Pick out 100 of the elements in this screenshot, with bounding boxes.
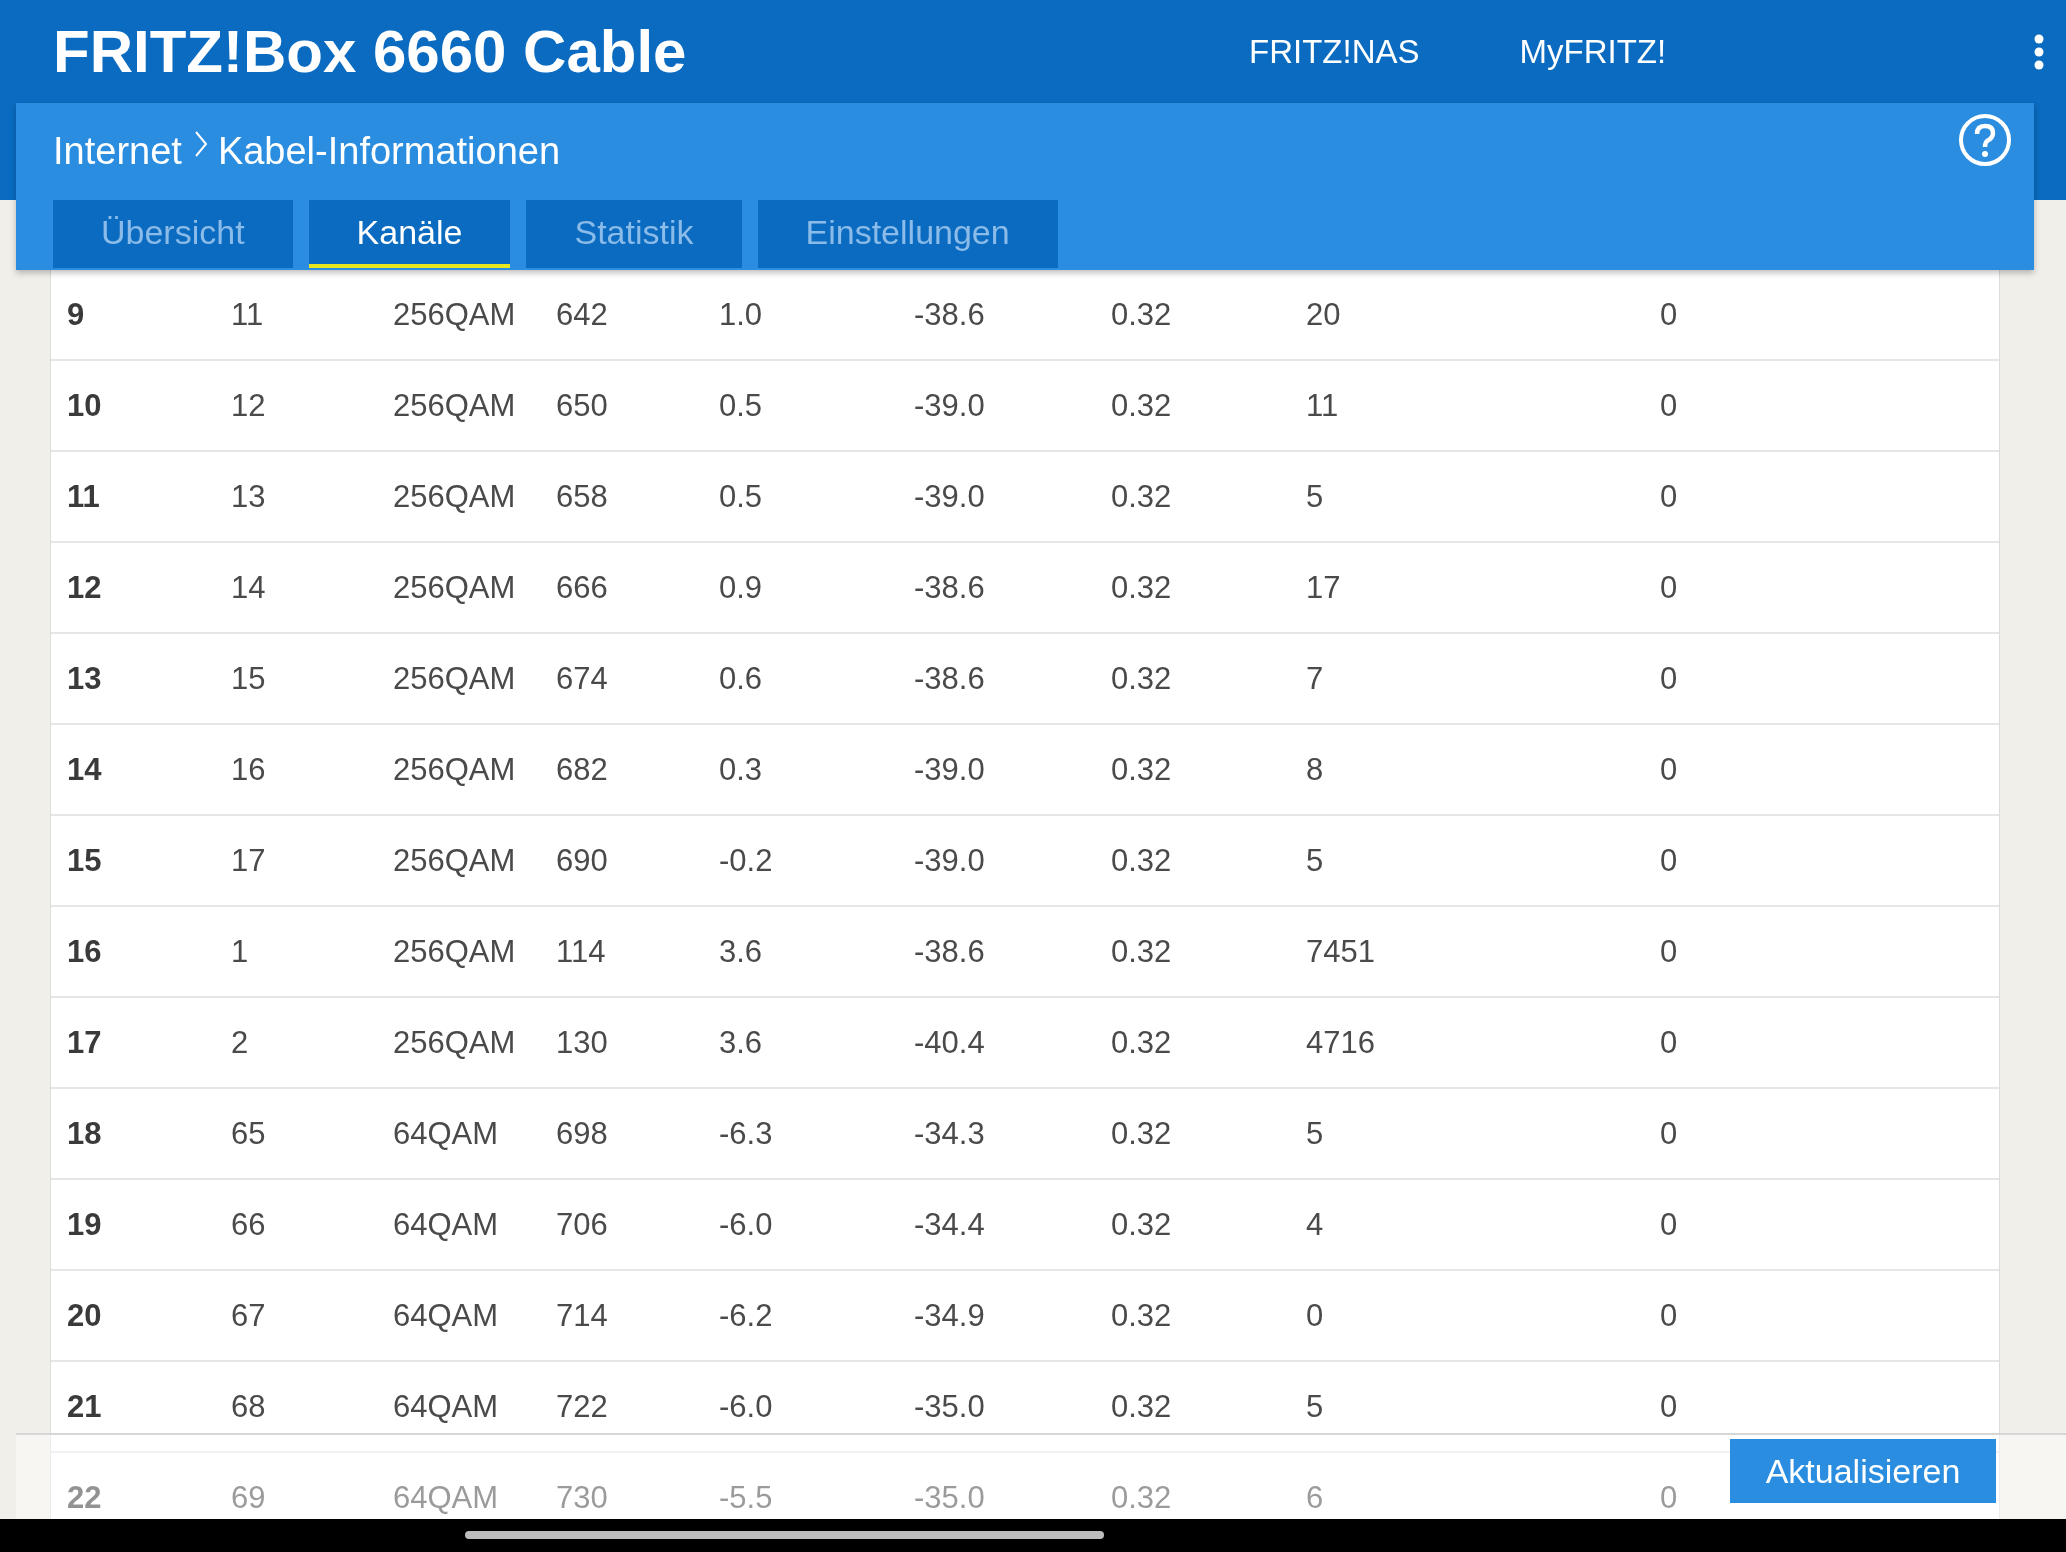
table-cell-text: 0.3 <box>719 751 764 788</box>
table-cell-text: -39.0 <box>914 842 986 879</box>
table-cell-text: 16 <box>231 751 267 788</box>
table-cell-text: 2 <box>231 1024 250 1061</box>
table-cell-text: 21 <box>67 1388 103 1425</box>
table-cell-text: 17 <box>231 842 267 879</box>
table-cell-text: -6.2 <box>719 1297 774 1334</box>
table-cell-text: 4716 <box>1306 1024 1376 1061</box>
table-cell-text: 1.0 <box>719 296 764 333</box>
table-cell-text: -38.6 <box>914 296 986 333</box>
table-cell-text: 0 <box>1660 478 1679 515</box>
table-cell-text: 14 <box>67 751 103 788</box>
table-cell-text: 0.32 <box>1111 751 1173 788</box>
table-cell-text: 0.32 <box>1111 1206 1173 1243</box>
table-cell-text: 12 <box>231 387 267 424</box>
table-cell-text: 68 <box>231 1388 267 1425</box>
table-cell-text: 0 <box>1660 1388 1679 1425</box>
table-cell-text: 722 <box>556 1388 609 1425</box>
table-cell-text: 0 <box>1660 296 1679 333</box>
table-cell-text: 0 <box>1660 1479 1679 1516</box>
tab[interactable]: Statistik <box>526 200 742 268</box>
table-cell-text: 65 <box>231 1115 267 1152</box>
breadcrumb-link[interactable]: Internet <box>53 130 182 173</box>
table-cell-text: 0.32 <box>1111 660 1173 697</box>
table-cell-text: 17 <box>1306 569 1342 606</box>
table-cell-text: 6 <box>1306 1479 1325 1516</box>
table-cell-text: 0.32 <box>1111 1479 1173 1516</box>
table-cell-text: 18 <box>67 1115 103 1152</box>
table-cell-text: 7 <box>1306 660 1325 697</box>
table-cell-text: 114 <box>556 933 607 970</box>
nav-link[interactable]: MyFRITZ! <box>1519 32 1667 71</box>
table-cell-text: -38.6 <box>914 660 986 697</box>
table-cell-text: 0.32 <box>1111 1388 1173 1425</box>
nav-link[interactable]: FRITZ!NAS <box>1249 32 1420 71</box>
table-cell-text: 0 <box>1660 1024 1679 1061</box>
table-cell-text: 11 <box>67 478 101 515</box>
table-cell-text: 642 <box>556 296 609 333</box>
table-cell-text: 256QAM <box>393 387 517 424</box>
table-cell-text: 15 <box>231 660 267 697</box>
table-cell-text: 256QAM <box>393 751 517 788</box>
table-cell-text: -34.9 <box>914 1297 986 1334</box>
table-cell-text: 3.6 <box>719 1024 764 1061</box>
table-cell-text: 19 <box>67 1206 103 1243</box>
table-cell-text: 0.32 <box>1111 1115 1173 1152</box>
table-cell-text: -40.4 <box>914 1024 986 1061</box>
table-cell-text: 666 <box>556 569 609 606</box>
table-cell-text: -35.0 <box>914 1388 986 1425</box>
table-cell-text: 730 <box>556 1479 609 1516</box>
menu-icon[interactable] <box>2032 33 2046 70</box>
table-cell-text: 9 <box>67 296 86 333</box>
table-cell-text: 5 <box>1306 1388 1325 1425</box>
table-cell-text: 1 <box>231 933 250 970</box>
table-cell-text: 17 <box>67 1024 103 1061</box>
table-cell-text: 14 <box>231 569 267 606</box>
table-cell-text: 256QAM <box>393 478 517 515</box>
table-cell-text: 0.32 <box>1111 478 1173 515</box>
table-cell-text: 7451 <box>1306 933 1376 970</box>
tab[interactable]: Übersicht <box>53 200 293 268</box>
table-cell-text: 0 <box>1660 660 1679 697</box>
help-icon[interactable] <box>1958 112 2012 167</box>
table-cell-text: -6.0 <box>719 1388 774 1425</box>
table-cell-text: 4 <box>1306 1206 1325 1243</box>
table-cell-text: 0.5 <box>719 478 764 515</box>
table-cell-text: -35.0 <box>914 1479 986 1516</box>
table-cell-text: -6.3 <box>719 1115 774 1152</box>
table-cell-text: 256QAM <box>393 569 517 606</box>
refresh-button[interactable]: Aktualisieren <box>1730 1439 1996 1503</box>
table-cell-text: 10 <box>67 387 103 424</box>
table-cell-text: 0.32 <box>1111 842 1173 879</box>
table-cell-text: -38.6 <box>914 933 986 970</box>
table-cell-text: 64QAM <box>393 1115 500 1152</box>
table-cell-text: 706 <box>556 1206 609 1243</box>
table-cell-text: -39.0 <box>914 478 986 515</box>
table-cell-text: 0 <box>1660 842 1679 879</box>
table-cell-text: 130 <box>556 1024 609 1061</box>
table-cell-text: 650 <box>556 387 609 424</box>
table-cell-text: 0.32 <box>1111 387 1173 424</box>
table-cell-text: 11 <box>1306 387 1340 424</box>
table-cell-text: 0 <box>1660 933 1679 970</box>
table-cell-text: 714 <box>556 1297 609 1334</box>
table-cell-text: 0.5 <box>719 387 764 424</box>
table-cell-text: -34.3 <box>914 1115 986 1152</box>
table-cell-text: -34.4 <box>914 1206 986 1243</box>
table-cell-text: 64QAM <box>393 1388 500 1425</box>
table-cell-text: 0.32 <box>1111 296 1173 333</box>
table-cell-text: 5 <box>1306 1115 1325 1152</box>
table-cell-text: 256QAM <box>393 842 517 879</box>
table-cell-text: -38.6 <box>914 569 986 606</box>
gesture-handle[interactable] <box>465 1531 1104 1539</box>
table-cell-text: 0 <box>1660 1115 1679 1152</box>
table-cell-text: 8 <box>1306 751 1325 788</box>
table-cell-text: 13 <box>231 478 267 515</box>
table-cell-text: 69 <box>231 1479 267 1516</box>
table-cell-text: 256QAM <box>393 1024 517 1061</box>
table-cell-text: 20 <box>67 1297 103 1334</box>
tab[interactable]: Einstellungen <box>757 200 1058 268</box>
table-cell-text: 15 <box>67 842 103 879</box>
tab[interactable]: Kanäle <box>308 200 511 268</box>
table-cell-text: 0.9 <box>719 569 764 606</box>
table-cell-text: -0.2 <box>719 842 774 879</box>
